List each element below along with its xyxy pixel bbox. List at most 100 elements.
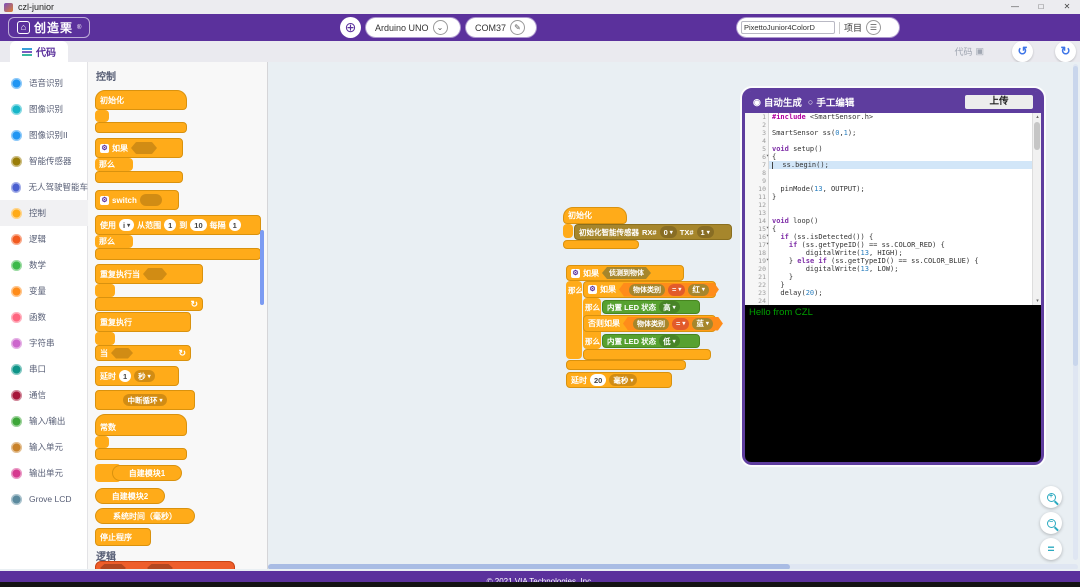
redo-button[interactable]: ↻ <box>1055 41 1076 62</box>
for-var-dropdown[interactable]: i▾ <box>119 219 134 231</box>
palette-block-init[interactable]: 初始化 <box>95 90 187 110</box>
chevron-down-icon[interactable]: ⌄ <box>433 20 448 35</box>
for-to-input[interactable]: 10 <box>190 219 206 231</box>
canvas-led-low-block[interactable]: 内置 LED 状态 低▾ <box>602 334 700 348</box>
color-dropdown-blue[interactable]: 蓝▾ <box>692 318 713 330</box>
radio-manual-edit[interactable]: ○ 手工编辑 <box>808 95 854 109</box>
for-from-input[interactable]: 1 <box>164 219 176 231</box>
palette-block-repeat-while-bottom[interactable]: ↻ <box>95 297 203 311</box>
sidebar-item-3[interactable]: 智能传感器 <box>0 148 88 174</box>
code-editor[interactable]: 1#include <SmartSensor.h>23SmartSensor s… <box>745 113 1041 305</box>
delay-unit-dropdown[interactable]: 毫秒▾ <box>609 374 637 386</box>
palette-block-if-then[interactable]: 那么 <box>95 158 133 171</box>
palette-block-for-bottom[interactable] <box>95 248 261 260</box>
delay-value-input[interactable]: 1 <box>119 370 131 382</box>
palette-block-for-then[interactable]: 那么 <box>95 235 133 248</box>
for-step-input[interactable]: 1 <box>229 219 241 231</box>
palette-block-repeat[interactable]: 重复执行 <box>95 312 191 332</box>
fold-icon[interactable]: ▾ <box>766 233 769 239</box>
led-state-dropdown[interactable]: 高▾ <box>659 301 680 313</box>
project-list-icon[interactable]: ☰ <box>866 20 881 35</box>
sidebar-item-15[interactable]: 输出单元 <box>0 460 88 486</box>
palette-block-init-bottom[interactable] <box>95 122 187 133</box>
condition-socket[interactable] <box>147 564 173 570</box>
zoom-reset-button[interactable]: = <box>1040 538 1062 560</box>
palette-block-init-spine[interactable] <box>95 110 109 122</box>
palette-block-stop[interactable]: 停止程序 <box>95 528 151 546</box>
fold-icon[interactable]: ▾ <box>766 257 769 263</box>
palette-block-const-bottom[interactable] <box>95 448 187 460</box>
gear-icon[interactable]: ⚙ <box>588 285 597 294</box>
canvas-vscroll-thumb[interactable] <box>1073 66 1078 366</box>
palette-block-custom2[interactable]: 自建模块2 <box>95 488 165 504</box>
canvas-delay-block[interactable]: 延时 20 毫秒▾ <box>566 372 672 388</box>
sidebar-item-8[interactable]: 变量 <box>0 278 88 304</box>
gear-icon[interactable]: ⚙ <box>100 144 109 153</box>
canvas-sensor-init-block[interactable]: 初始化智能传感器 RX# 0▾ TX# 1▾ <box>574 224 732 240</box>
tx-dropdown[interactable]: 1▾ <box>697 226 714 238</box>
canvas-elseif-row[interactable]: 否则如果 物体类别 =▾ 蓝▾ <box>583 315 716 332</box>
palette-block-if-bottom[interactable] <box>95 171 183 183</box>
palette-block-const-spine[interactable] <box>95 436 109 448</box>
canvas-init-bottom[interactable] <box>563 240 639 249</box>
object-class-reporter[interactable]: 物体类别 <box>629 284 665 296</box>
close-button[interactable]: ✕ <box>1054 0 1080 14</box>
palette-block-systime[interactable]: 系统时间（毫秒） <box>95 508 195 524</box>
palette-block-repeat-while[interactable]: 重复执行当 <box>95 264 203 284</box>
language-button[interactable]: ⊕ <box>340 17 361 38</box>
sidebar-item-0[interactable]: 语音识别 <box>0 70 88 96</box>
project-name-input[interactable] <box>741 21 835 34</box>
condition-socket[interactable] <box>143 268 167 280</box>
sidebar-item-6[interactable]: 逻辑 <box>0 226 88 252</box>
canvas-hscroll-thumb[interactable] <box>268 564 790 569</box>
port-select[interactable]: COM37 ✎ <box>466 18 536 37</box>
palette-block-delay[interactable]: 延时 1 秒▾ <box>95 366 179 386</box>
canvas-if-outer-bottom[interactable] <box>566 360 686 370</box>
sidebar-item-9[interactable]: 函数 <box>0 304 88 330</box>
palette-block-for[interactable]: 使用 i▾ 从范围 1 到 10 每隔 1 <box>95 215 261 235</box>
canvas-condition-red[interactable]: 物体类别 =▾ 红▾ <box>619 283 719 297</box>
break-dropdown[interactable]: 中断循环▾ <box>123 394 166 406</box>
delay-value-input[interactable]: 20 <box>590 374 606 386</box>
canvas-init-spine[interactable] <box>563 224 573 238</box>
sidebar-item-5[interactable]: 控制 <box>0 200 88 226</box>
sidebar-item-2[interactable]: 图像识别II <box>0 122 88 148</box>
led-state-dropdown[interactable]: 低▾ <box>659 335 680 347</box>
workspace-canvas[interactable]: 初始化 初始化智能传感器 RX# 0▾ TX# 1▾ ⚙ 如果 侦测到物体 那么… <box>268 62 1080 569</box>
scroll-down-icon[interactable]: ▾ <box>1033 298 1042 304</box>
undo-button[interactable]: ↺ <box>1012 41 1033 62</box>
palette-block-logic-partial[interactable] <box>95 561 235 569</box>
sidebar-item-12[interactable]: 通信 <box>0 382 88 408</box>
minimize-button[interactable]: — <box>1002 0 1028 14</box>
upload-button[interactable]: 上传 <box>965 95 1033 109</box>
object-class-reporter[interactable]: 物体类别 <box>633 318 669 330</box>
delay-unit-dropdown[interactable]: 秒▾ <box>134 370 155 382</box>
value-socket[interactable] <box>140 194 162 206</box>
maximize-button[interactable]: □ <box>1028 0 1054 14</box>
palette-scrollbar[interactable] <box>260 230 264 305</box>
operator-dropdown[interactable]: =▾ <box>668 284 685 296</box>
gear-icon[interactable]: ⚙ <box>571 269 580 278</box>
canvas-led-high-block[interactable]: 内置 LED 状态 高▾ <box>602 300 700 314</box>
condition-socket[interactable] <box>131 142 157 154</box>
scroll-up-icon[interactable]: ▴ <box>1033 114 1042 120</box>
radio-auto-generate[interactable]: ◉ 自动生成 <box>753 95 802 109</box>
fold-icon[interactable]: ▾ <box>766 241 769 247</box>
palette-block-break[interactable]: 中断循环▾ <box>95 390 195 410</box>
sidebar-item-13[interactable]: 输入/输出 <box>0 408 88 434</box>
rx-dropdown[interactable]: 0▾ <box>660 226 677 238</box>
fold-icon[interactable]: ▾ <box>766 225 769 231</box>
fold-icon[interactable]: ▾ <box>766 153 769 159</box>
sidebar-item-4[interactable]: 无人驾驶智能车 <box>0 174 88 200</box>
sidebar-item-16[interactable]: Grove LCD <box>0 486 88 512</box>
palette-block-repeat-while-spine[interactable] <box>95 284 115 297</box>
sidebar-item-14[interactable]: 输入单元 <box>0 434 88 460</box>
canvas-if-inner[interactable]: ⚙ 如果 物体类别 =▾ 红▾ <box>583 281 716 298</box>
palette-block-repeat-spine[interactable] <box>95 332 115 345</box>
zoom-in-button[interactable]: + <box>1040 486 1062 508</box>
zoom-out-button[interactable]: − <box>1040 512 1062 534</box>
sidebar-item-7[interactable]: 数学 <box>0 252 88 278</box>
tab-code[interactable]: 代码 <box>10 41 68 62</box>
palette-block-switch[interactable]: ⚙ switch <box>95 190 179 210</box>
palette-block-const[interactable]: 常数 <box>95 414 187 436</box>
